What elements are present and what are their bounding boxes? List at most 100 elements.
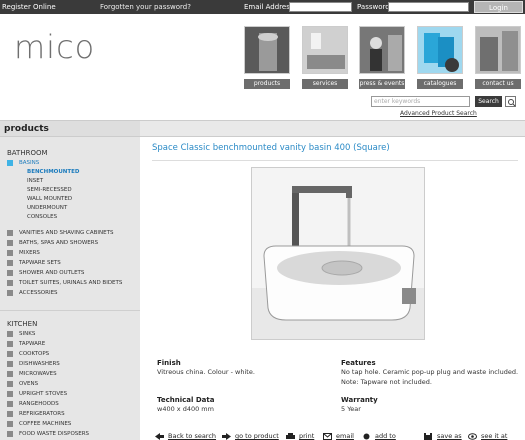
advanced-search-link[interactable]: Advanced Product Search — [400, 110, 477, 117]
email-field[interactable] — [289, 2, 352, 12]
product-title: Space Classic benchmounted vanity basin … — [152, 143, 390, 153]
add-to-link[interactable]: add to — [362, 432, 396, 440]
sidebar-item-tapware[interactable]: TAPWARE — [7, 340, 45, 348]
login-button[interactable]: Login — [474, 1, 523, 13]
sidebar-sub-inset[interactable]: INSET — [27, 177, 43, 185]
bullet-icon — [7, 411, 13, 417]
envelope-icon — [323, 432, 332, 440]
product-image[interactable] — [251, 167, 425, 340]
nav-products[interactable]: products — [244, 79, 290, 89]
sidebar-item-mixers[interactable]: MIXERS — [7, 249, 40, 257]
sidebar-item-refrigerators[interactable]: REFRIGERATORS — [7, 410, 65, 418]
warranty-label: Warranty — [341, 396, 378, 404]
sidebar-heading: products — [0, 120, 140, 137]
bullet-icon — [7, 401, 13, 407]
nav-contact-us[interactable]: contact us — [475, 79, 521, 89]
mico-logo[interactable]: mico — [14, 28, 95, 66]
bullet-icon — [7, 270, 13, 276]
nav-catalogues[interactable]: catalogues — [417, 79, 463, 89]
sidebar-item-microwaves[interactable]: MICROWAVES — [7, 370, 57, 378]
printer-icon — [286, 432, 295, 440]
see-it-at-link[interactable]: see it at — [468, 432, 507, 440]
bullet-icon — [7, 260, 13, 266]
features-label: Features — [341, 359, 376, 367]
nav-press-events[interactable]: press & events — [359, 79, 405, 89]
search-input[interactable]: enter keywords — [371, 96, 470, 107]
bullet-icon — [7, 280, 13, 286]
sidebar-item-ovens[interactable]: OVENS — [7, 380, 38, 388]
contact-us-thumbnail[interactable] — [475, 26, 521, 74]
technical-data-label: Technical Data — [157, 396, 215, 404]
sidebar-item-baths[interactable]: BATHS, SPAS AND SHOWERS — [7, 239, 98, 247]
sidebar-item-cooktops[interactable]: COOKTOPS — [7, 350, 49, 358]
bullet-icon — [7, 361, 13, 367]
nav-services[interactable]: services — [302, 79, 348, 89]
sidebar-sub-benchmounted[interactable]: BENCHMOUNTED — [27, 168, 79, 176]
sidebar-item-toilet-suites[interactable]: TOILET SUITES, URINALS AND BIDETS — [7, 279, 122, 287]
password-field[interactable] — [388, 2, 469, 12]
bullet-icon — [7, 351, 13, 357]
sidebar-item-sinks[interactable]: SINKS — [7, 330, 35, 338]
product-sidebar: products BATHROOM BASINS BENCHMOUNTED IN… — [0, 120, 140, 440]
sidebar-item-accessories[interactable]: ACCESSORIES — [7, 289, 58, 297]
sidebar-sub-undermount[interactable]: UNDERMOUNT — [27, 204, 67, 212]
bullet-icon — [7, 240, 13, 246]
sidebar-item-vanities[interactable]: VANITIES AND SHAVING CABINETS — [7, 229, 113, 237]
register-online-link[interactable]: Register Online — [2, 3, 56, 11]
go-to-product-link[interactable]: go to product — [222, 432, 279, 440]
forgot-password-link[interactable]: Forgotten your password? — [100, 3, 191, 11]
arrow-left-icon — [155, 432, 164, 440]
sidebar-item-dishwashers[interactable]: DISHWASHERS — [7, 360, 60, 368]
bullet-icon — [7, 160, 13, 166]
bullet-icon — [7, 371, 13, 377]
password-label: Password: — [357, 3, 393, 11]
sidebar-item-food-waste-disposers[interactable]: FOOD WASTE DISPOSERS — [7, 430, 89, 438]
features-line-2: Note: Tapware not included. — [341, 378, 432, 386]
search-button[interactable]: Search — [475, 96, 502, 107]
finish-label: Finish — [157, 359, 181, 367]
site-header: mico products services press & events ca… — [0, 14, 525, 120]
sidebar-sub-wall-mounted[interactable]: WALL MOUNTED — [27, 195, 72, 203]
product-actions-bar: Back to search go to product print email… — [152, 425, 525, 440]
email-link[interactable]: email — [323, 432, 354, 440]
print-link[interactable]: print — [286, 432, 314, 440]
bullet-icon — [7, 290, 13, 296]
magnifier-icon[interactable] — [505, 96, 516, 107]
sidebar-item-basins[interactable]: BASINS — [7, 159, 39, 167]
bullet-icon — [7, 431, 13, 437]
bullet-icon — [7, 381, 13, 387]
eye-icon — [468, 432, 477, 440]
bullet-icon — [7, 421, 13, 427]
save-disk-icon — [424, 432, 433, 440]
finish-value: Vitreous china. Colour - white. — [157, 368, 255, 376]
features-line-1: No tap hole. Ceramic pop-up plug and was… — [341, 368, 519, 376]
bullet-icon — [7, 391, 13, 397]
sidebar-item-coffee-machines[interactable]: COFFEE MACHINES — [7, 420, 71, 428]
content-header-band — [140, 120, 525, 137]
sidebar-item-rangehoods[interactable]: RANGEHOODS — [7, 400, 59, 408]
services-thumbnail[interactable] — [302, 26, 348, 74]
bullet-icon — [7, 341, 13, 347]
catalogues-thumbnail[interactable] — [417, 26, 463, 74]
technical-data-value: w400 x d400 mm — [157, 405, 214, 413]
bullet-icon — [7, 230, 13, 236]
kitchen-title: KITCHEN — [7, 320, 38, 328]
arrow-right-icon — [222, 432, 231, 440]
sidebar-item-tapware-sets[interactable]: TAPWARE SETS — [7, 259, 61, 267]
press-events-thumbnail[interactable] — [359, 26, 405, 74]
add-to-favourites-icon — [362, 433, 371, 440]
sidebar-item-upright-stoves[interactable]: UPRIGHT STOVES — [7, 390, 67, 398]
products-thumbnail[interactable] — [244, 26, 290, 74]
sidebar-sub-consoles[interactable]: CONSOLES — [27, 213, 57, 221]
bathroom-title: BATHROOM — [7, 149, 48, 157]
sidebar-item-shower-outlets[interactable]: SHOWER AND OUTLETS — [7, 269, 84, 277]
back-to-search-link[interactable]: Back to search — [155, 432, 216, 440]
title-divider — [152, 160, 518, 161]
save-as-link[interactable]: save as — [424, 432, 462, 440]
bullet-icon — [7, 250, 13, 256]
top-bar: Register Online Forgotten your password?… — [0, 0, 525, 14]
bullet-icon — [7, 331, 13, 337]
sidebar-divider — [0, 310, 140, 311]
sidebar-sub-semi-recessed[interactable]: SEMI-RECESSED — [27, 186, 72, 194]
warranty-value: 5 Year — [341, 405, 361, 413]
